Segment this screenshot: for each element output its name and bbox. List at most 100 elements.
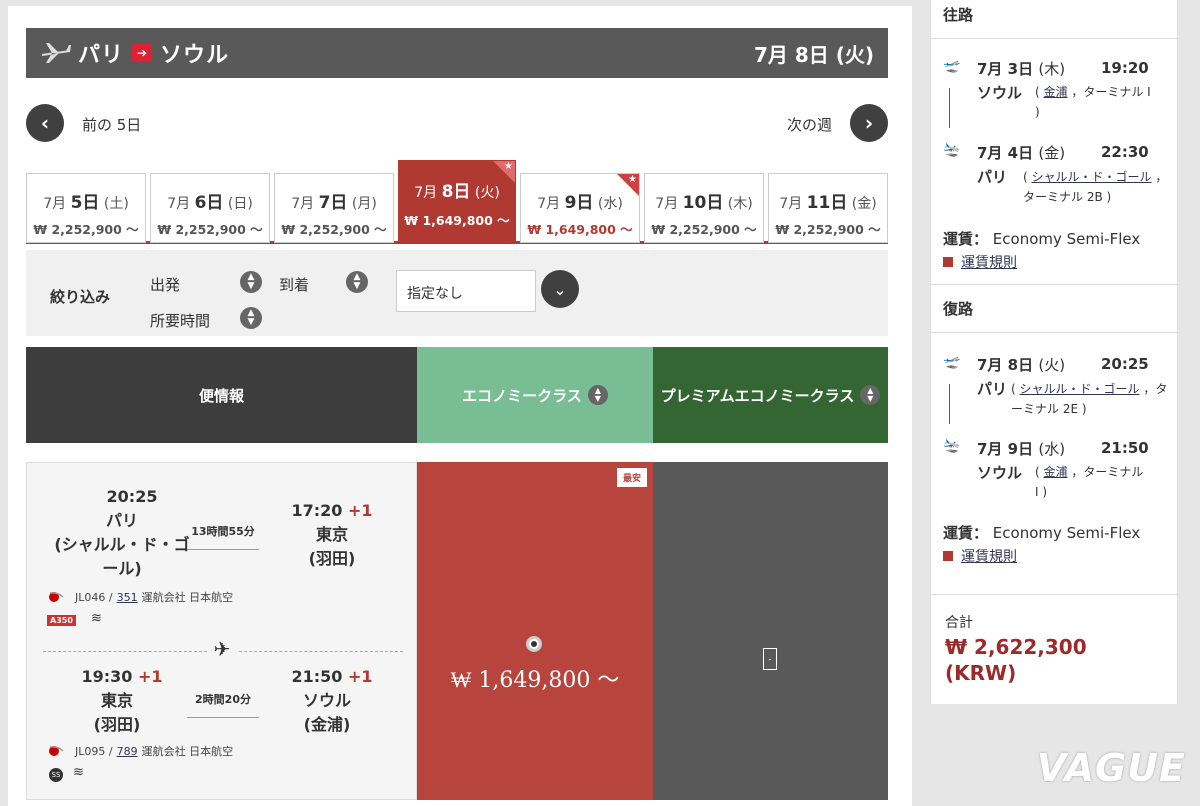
prev-days-button[interactable]: ‹ bbox=[26, 104, 64, 142]
fare-rules-link[interactable]: 運賃規則 bbox=[943, 546, 1017, 566]
aircraft-badge: A350 bbox=[47, 615, 76, 626]
unavailable-icon: - bbox=[763, 648, 777, 670]
departure-sort-label: 出発 bbox=[150, 276, 181, 294]
sort-arrival-icon[interactable]: ▲ ▼ bbox=[346, 271, 368, 293]
tab-price: ₩ 2,252,900 ～ bbox=[651, 222, 757, 237]
date-tabs: 7月 5日 (土) ₩ 2,252,900 ～ 7月 6日 (日) ₩ 2,25… bbox=[26, 160, 888, 244]
watermark-logo: VAGUE bbox=[1036, 746, 1186, 790]
wifi-icon: ≋ bbox=[73, 765, 84, 780]
aircraft-link[interactable]: 351 bbox=[117, 591, 138, 604]
jal-logo-icon bbox=[49, 746, 64, 756]
takeoff-icon: 🛫 bbox=[943, 58, 961, 74]
sort-economy-icon[interactable]: ▲ ▼ bbox=[587, 385, 608, 405]
economy-fare-cell[interactable]: 最安 ₩ 1,649,800 ～ bbox=[417, 462, 653, 800]
fare-type: 運賃： Economy Semi-Flex bbox=[943, 230, 1141, 248]
leg-date: 7月 8日 (火) bbox=[977, 356, 1066, 374]
leg-city: ソウル bbox=[977, 84, 1023, 102]
economy-price: ₩ 1,649,800 ～ bbox=[450, 668, 620, 693]
leg-terminal: ( 金浦 ，ターミナル I ) bbox=[1035, 465, 1144, 499]
date-tab-selected[interactable]: ★ 7月 8日 (火) ₩ 1,649,800 ～ bbox=[398, 160, 516, 244]
prev-days-label[interactable]: 前の 5日 bbox=[82, 114, 141, 135]
selected-date: 7月 8日 (火) bbox=[753, 42, 874, 67]
departure-time: 19:30 +1 bbox=[81, 667, 163, 686]
leg-time: 20:25 bbox=[1101, 355, 1149, 373]
leg-terminal: ( 金浦 ，ターミナル I ) bbox=[1035, 85, 1151, 119]
landing-icon: 🛬 bbox=[943, 438, 961, 454]
leg-date: 7月 9日 (水) bbox=[977, 440, 1066, 458]
transfer-icon: ✈ bbox=[207, 637, 237, 665]
route-arrow-icon: ➔ bbox=[132, 44, 153, 62]
fare-rules-link[interactable]: 運賃規則 bbox=[943, 252, 1017, 272]
document-icon bbox=[943, 551, 953, 561]
destination-city: ソウル bbox=[160, 43, 230, 68]
leg-date: 7月 4日 (金) bbox=[977, 144, 1066, 162]
wifi-icon: ≋ bbox=[91, 611, 102, 626]
document-icon bbox=[943, 257, 953, 267]
flight-meta: JL095 /789 運航会社 日本航空 bbox=[47, 743, 233, 759]
fare-radio[interactable] bbox=[526, 636, 542, 652]
economy-header[interactable]: エコノミークラス ▲ ▼ bbox=[417, 347, 653, 443]
landing-icon: 🛬 bbox=[943, 142, 961, 158]
leg-city: パリ bbox=[977, 168, 1008, 186]
leg-date: 7月 3日 (木) bbox=[977, 60, 1066, 78]
tab-price: ₩ 1,649,800 ～ bbox=[404, 213, 510, 228]
tab-price: ₩ 2,252,900 ～ bbox=[775, 222, 881, 237]
outbound-title: 往路 bbox=[943, 6, 974, 24]
star-icon: ★ bbox=[504, 161, 513, 172]
tab-price: ₩ 2,252,900 ～ bbox=[157, 222, 263, 237]
takeoff-icon: 🛫 bbox=[943, 354, 961, 370]
leg-time: 21:50 bbox=[1101, 439, 1149, 457]
tab-price: ₩ 2,252,900 ～ bbox=[281, 222, 387, 237]
date-tab[interactable]: 7月 11日 (金) ₩ 2,252,900 ～ bbox=[768, 173, 888, 243]
chevron-down-icon[interactable]: ⌄ bbox=[541, 270, 579, 308]
arrival-time: 21:50 +1 bbox=[291, 667, 373, 686]
itinerary-summary: 往路 🛫 7月 3日 (木) 19:20 ソウル ( 金浦 ，ターミナル I )… bbox=[930, 0, 1179, 704]
leg-city: パリ bbox=[977, 380, 1008, 398]
flight-result-row: 20:25 パリ (シャルル・ド・ゴ ール) 13時間55分 17:20 +1 … bbox=[26, 462, 888, 800]
origin-city: パリ bbox=[78, 43, 125, 68]
leg-time: 19:20 bbox=[1101, 59, 1149, 77]
arrival-time: 17:20 +1 bbox=[291, 501, 373, 520]
seat-icon: SS bbox=[49, 768, 63, 782]
lowest-price-badge: 最安 bbox=[616, 468, 647, 487]
filter-title: 絞り込み bbox=[50, 288, 111, 306]
fare-type: 運賃： Economy Semi-Flex bbox=[943, 524, 1141, 542]
filter-panel: 絞り込み 出発 ▲ ▼ 到着 ▲ ▼ 所要時間 ▲ ▼ 指定なし ⌄ bbox=[26, 250, 888, 336]
results-table-header: 便情報 エコノミークラス ▲ ▼ プレミアムエコノミークラス ▲ ▼ bbox=[26, 347, 888, 443]
next-week-label[interactable]: 次の週 bbox=[787, 114, 832, 135]
leg-terminal: ( シャルル・ド・ゴール ，ターミナル 2E ) bbox=[1011, 382, 1168, 416]
sort-duration-icon[interactable]: ▲ ▼ bbox=[240, 307, 262, 329]
premium-economy-header[interactable]: プレミアムエコノミークラス ▲ ▼ bbox=[653, 347, 888, 443]
duration-sort-label: 所要時間 bbox=[150, 312, 211, 330]
segment-duration: 2時間20分 bbox=[187, 691, 259, 718]
total-label: 合計 bbox=[945, 615, 973, 631]
date-tab[interactable]: ★ 7月 9日 (水) ₩ 1,649,800 ～ bbox=[520, 173, 640, 243]
star-icon: ★ bbox=[628, 174, 637, 185]
return-title: 復路 bbox=[943, 300, 974, 318]
airplane-icon bbox=[42, 43, 71, 63]
flight-meta: JL046 /351 運航会社 日本航空 bbox=[47, 589, 233, 605]
date-tab[interactable]: 7月 7日 (月) ₩ 2,252,900 ～ bbox=[274, 173, 394, 243]
sort-premium-icon[interactable]: ▲ ▼ bbox=[860, 385, 881, 405]
arrival-city: ソウル (金浦) bbox=[302, 691, 351, 734]
chevron-right-icon: › bbox=[864, 111, 874, 135]
total-price: ₩ 2,622,300 (KRW) bbox=[945, 635, 1087, 685]
departure-time: 20:25 bbox=[106, 487, 158, 506]
sort-departure-icon[interactable]: ▲ ▼ bbox=[240, 271, 262, 293]
arrival-city: 東京 (羽田) bbox=[308, 525, 356, 568]
aircraft-link[interactable]: 789 bbox=[117, 745, 138, 758]
leg-time: 22:30 bbox=[1101, 143, 1149, 161]
jal-logo-icon bbox=[49, 592, 64, 602]
tab-price: ₩ 1,649,800 ～ bbox=[527, 222, 633, 237]
route-header: パリ ➔ ソウル 7月 8日 (火) bbox=[26, 28, 888, 78]
flight-info-header: 便情報 bbox=[26, 347, 417, 443]
segment-duration: 13時間55分 bbox=[187, 523, 259, 550]
date-tab[interactable]: 7月 10日 (木) ₩ 2,252,900 ～ bbox=[644, 173, 764, 243]
filter-select[interactable]: 指定なし bbox=[396, 270, 536, 312]
tab-price: ₩ 2,252,900 ～ bbox=[33, 222, 139, 237]
date-tab[interactable]: 7月 5日 (土) ₩ 2,252,900 ～ bbox=[26, 173, 146, 243]
next-week-button[interactable]: › bbox=[850, 104, 888, 142]
date-tab[interactable]: 7月 6日 (日) ₩ 2,252,900 ～ bbox=[150, 173, 270, 243]
leg-city: ソウル bbox=[977, 464, 1023, 482]
chevron-left-icon: ‹ bbox=[40, 111, 50, 135]
